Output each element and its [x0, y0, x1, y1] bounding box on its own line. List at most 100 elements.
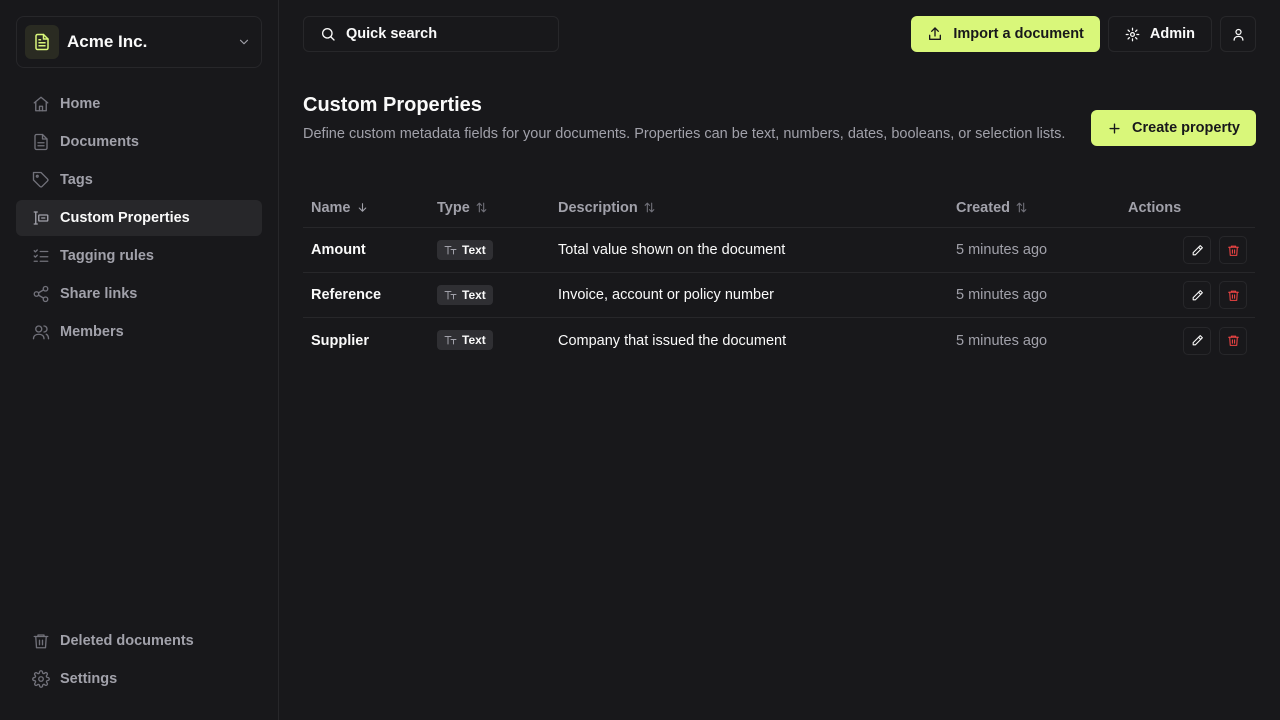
users-icon [32, 325, 50, 340]
sidebar-item-label: Deleted documents [60, 633, 194, 649]
property-description: Total value shown on the document [558, 242, 786, 258]
sidebar-item-settings[interactable]: Settings [16, 661, 262, 697]
sidebar-item-share-links[interactable]: Share links [16, 276, 262, 312]
create-property-label: Create property [1132, 120, 1240, 136]
sidebar-item-custom-properties[interactable]: Custom Properties [16, 200, 262, 236]
admin-button[interactable]: Admin [1107, 16, 1212, 52]
sidebar: Acme Inc. Home Documents Tags Custom Pro… [0, 0, 279, 720]
text-type-icon [444, 290, 457, 299]
import-document-button[interactable]: Import a document [911, 16, 1100, 52]
text-type-icon [444, 245, 457, 254]
top-bar: Quick search Import a document Admin [303, 16, 1256, 52]
table-header: Name Type Description Created Actions [303, 188, 1255, 228]
sidebar-item-tagging-rules[interactable]: Tagging rules [16, 238, 262, 274]
table-row: Supplier Text Company that issued the do… [303, 318, 1255, 363]
sidebar-bottom-nav: Deleted documents Settings [16, 623, 262, 697]
trash-icon [1227, 335, 1239, 346]
document-icon [25, 25, 59, 59]
property-name: Reference [311, 287, 382, 303]
edit-button[interactable] [1183, 281, 1211, 309]
column-header-label: Created [956, 199, 1010, 216]
type-label: Text [462, 242, 486, 257]
type-cell: Text [437, 330, 558, 351]
app-root: Acme Inc. Home Documents Tags Custom Pro… [0, 0, 1280, 720]
sidebar-item-label: Tags [60, 172, 93, 188]
pencil-icon [1192, 335, 1203, 346]
sidebar-item-label: Share links [60, 286, 138, 302]
trash-icon [1227, 290, 1239, 301]
quick-search-button[interactable]: Quick search [303, 16, 559, 52]
org-switcher[interactable]: Acme Inc. [16, 16, 262, 68]
sidebar-item-label: Documents [60, 134, 139, 150]
column-header-label: Type [437, 199, 470, 216]
sidebar-nav: Home Documents Tags Custom Properties Ta… [16, 86, 262, 350]
property-name: Supplier [311, 332, 370, 349]
sidebar-item-members[interactable]: Members [16, 314, 262, 350]
property-name: Amount [311, 242, 366, 258]
chevron-down-icon [235, 33, 253, 51]
upload-icon [929, 27, 942, 40]
trash-icon [1227, 245, 1239, 256]
sidebar-item-home[interactable]: Home [16, 86, 262, 122]
column-header-actions: Actions [1128, 200, 1255, 216]
type-cell: Text [437, 284, 558, 306]
sidebar-item-label: Home [60, 96, 101, 112]
page-description: Define custom metadata fields for your d… [303, 126, 1066, 142]
create-property-button[interactable]: Create property [1091, 110, 1256, 146]
quick-search-label: Quick search [346, 26, 438, 42]
type-badge: Text [437, 239, 493, 260]
column-header-created[interactable]: Created [956, 200, 1128, 216]
property-description: Invoice, account or policy number [558, 287, 774, 303]
sidebar-item-label: Settings [60, 671, 118, 687]
user-menu-button[interactable] [1220, 16, 1256, 52]
delete-button[interactable] [1219, 326, 1247, 355]
sidebar-item-label: Custom Properties [60, 210, 190, 226]
top-actions: Import a document Admin [911, 16, 1256, 52]
page-header: Custom Properties Define custom metadata… [303, 94, 1256, 146]
admin-label: Admin [1149, 26, 1195, 42]
column-header-label: Name [311, 199, 351, 216]
gear-icon [1125, 27, 1140, 41]
column-header-name[interactable]: Name [303, 200, 437, 216]
text-type-icon [444, 336, 457, 345]
trash-icon [33, 634, 49, 649]
row-actions [1128, 236, 1255, 264]
sort-icon [1016, 202, 1027, 213]
property-created: 5 minutes ago [956, 332, 1048, 349]
org-name: Acme Inc. [67, 32, 148, 51]
type-label: Text [462, 333, 486, 347]
delete-button[interactable] [1219, 236, 1247, 264]
delete-button[interactable] [1219, 281, 1247, 309]
sort-icon [476, 202, 487, 213]
home-icon [33, 96, 49, 112]
type-cell: Text [437, 239, 558, 261]
type-badge: Text [437, 330, 493, 350]
property-created: 5 minutes ago [956, 287, 1048, 303]
search-icon [322, 28, 335, 41]
file-icon [34, 133, 48, 151]
properties-table: Name Type Description Created Actions Am… [303, 188, 1255, 363]
user-icon [1233, 28, 1243, 41]
edit-button[interactable] [1183, 236, 1211, 264]
sidebar-item-label: Members [60, 324, 124, 340]
table-row: Amount Text Total value shown on the doc… [303, 228, 1255, 273]
type-label: Text [462, 287, 486, 302]
sidebar-item-tags[interactable]: Tags [16, 162, 262, 198]
pencil-icon [1192, 289, 1203, 300]
sidebar-item-label: Tagging rules [60, 248, 154, 264]
row-actions [1128, 281, 1255, 309]
pencil-icon [1192, 244, 1203, 255]
list-check-icon [33, 249, 49, 262]
column-header-description[interactable]: Description [558, 200, 956, 216]
main-content: Quick search Import a document Admin Cus… [279, 0, 1280, 720]
edit-button[interactable] [1183, 326, 1211, 355]
gear-icon [32, 670, 50, 688]
sidebar-item-deleted-documents[interactable]: Deleted documents [16, 623, 262, 659]
property-created: 5 minutes ago [956, 242, 1048, 258]
column-header-label: Actions [1128, 199, 1182, 216]
sidebar-item-documents[interactable]: Documents [16, 124, 262, 160]
column-header-label: Description [558, 199, 638, 216]
property-description: Company that issued the document [558, 332, 787, 349]
column-header-type[interactable]: Type [437, 200, 558, 216]
import-document-label: Import a document [953, 26, 1084, 42]
